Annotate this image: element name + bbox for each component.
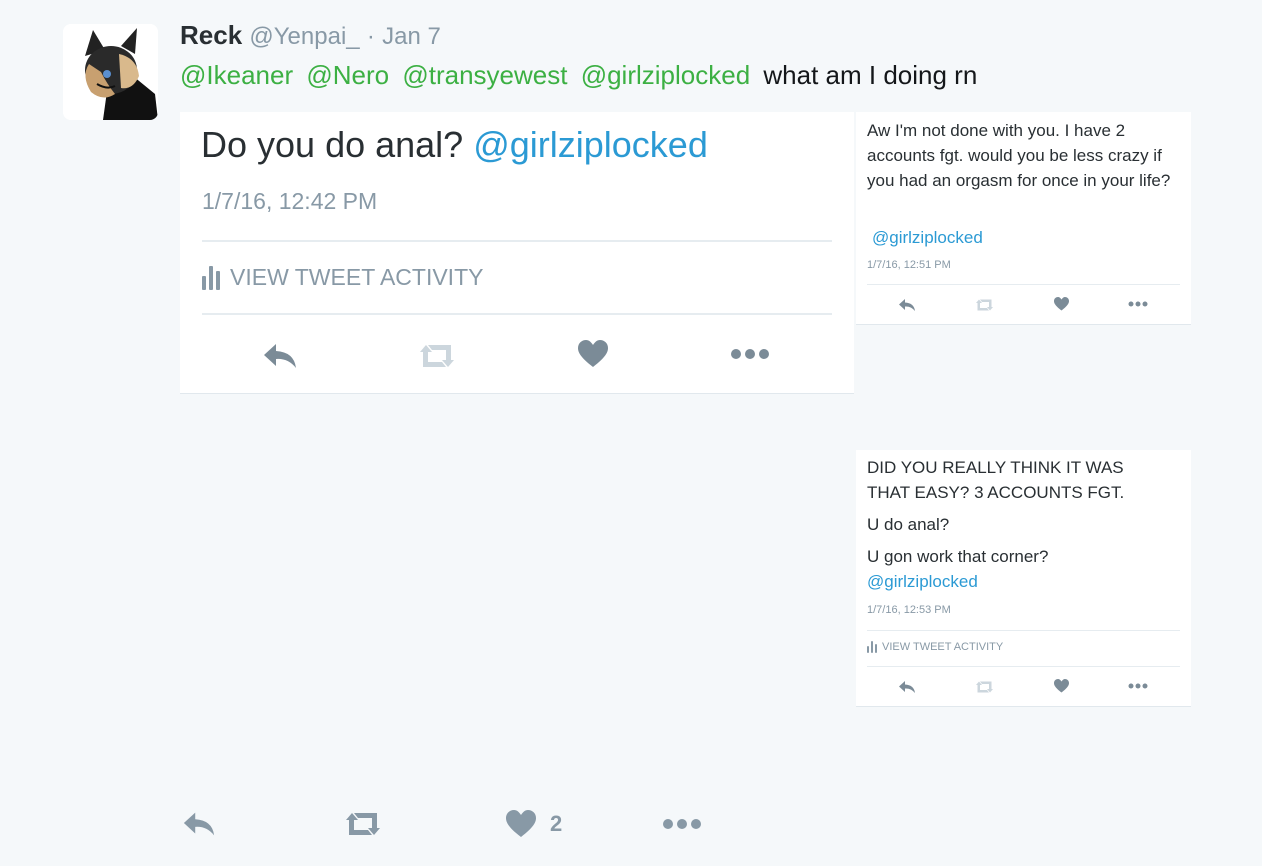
tweet-date[interactable]: Jan 7	[382, 23, 441, 50]
more-button[interactable]	[662, 818, 702, 830]
tweet-body: what am I doing rn	[763, 60, 978, 90]
reply-icon	[262, 342, 298, 370]
screenshot-tweet-text: Do you do anal? @girlziplocked	[201, 124, 708, 166]
retweet-icon	[346, 813, 380, 835]
tweet-header: Reck @Yenpai_ · Jan 7	[180, 20, 441, 51]
more-icon	[1128, 301, 1148, 307]
view-tweet-activity-label: VIEW TWEET ACTIVITY	[882, 641, 1004, 653]
screenshot-reply-text: U gon work that corner?	[867, 547, 1049, 566]
screenshot-action-bar	[856, 296, 1191, 316]
screenshot-reply-2: DID YOU REALLY THINK IT WAS THAT EASY? 3…	[856, 450, 1191, 707]
media-attachment[interactable]: Do you do anal? @girlziplocked 1/7/16, 1…	[180, 112, 1191, 782]
more-icon	[730, 348, 770, 360]
analytics-icon	[202, 265, 220, 290]
divider	[202, 313, 832, 315]
screenshot-action-bar	[856, 678, 1191, 698]
author-name[interactable]: Reck	[180, 20, 242, 50]
retweet-icon	[416, 342, 458, 370]
author-handle[interactable]: @Yenpai_	[249, 23, 359, 50]
view-tweet-activity: VIEW TWEET ACTIVITY	[867, 641, 1003, 653]
screenshot-timestamp: 1/7/16, 12:53 PM	[867, 604, 951, 616]
retweet-button[interactable]	[342, 810, 384, 838]
divider	[867, 284, 1180, 285]
retweet-icon	[974, 680, 995, 694]
screenshot-reply-text: DID YOU REALLY THINK IT WAS THAT EASY? 3…	[867, 458, 1125, 502]
tweet-text: @Ikeaner @Nero @transyewest @girlziplock…	[180, 60, 977, 91]
screenshot-body: Do you do anal?	[201, 124, 464, 165]
more-icon	[663, 819, 701, 829]
divider	[202, 240, 832, 242]
mention-link[interactable]: @transyewest	[402, 60, 567, 90]
screenshot-mention: @girlziplocked	[867, 572, 978, 591]
heart-icon	[1054, 679, 1069, 693]
screenshot-reply-text: Aw I'm not done with you. I have 2 accou…	[867, 121, 1171, 190]
screenshot-mention: @girlziplocked	[473, 124, 708, 165]
heart-icon	[506, 810, 536, 837]
reply-button[interactable]	[182, 810, 216, 838]
reply-icon	[898, 680, 916, 694]
view-tweet-activity-label: VIEW TWEET ACTIVITY	[230, 264, 484, 290]
screenshot-mention: @girlziplocked	[872, 228, 983, 247]
retweet-icon	[974, 298, 995, 312]
mention-link[interactable]: @Ikeaner	[180, 60, 293, 90]
avatar[interactable]	[63, 24, 158, 120]
reply-icon	[898, 298, 916, 312]
more-icon	[1128, 683, 1148, 689]
reply-icon	[183, 812, 215, 836]
heart-icon	[1054, 297, 1069, 311]
like-count: 2	[550, 811, 563, 836]
screenshot-main-tweet: Do you do anal? @girlziplocked 1/7/16, 1…	[180, 112, 854, 394]
analytics-icon	[867, 641, 877, 653]
heart-icon	[578, 340, 608, 368]
screenshot-reply-text: U do anal?	[867, 515, 950, 534]
screenshot-timestamp: 1/7/16, 12:51 PM	[867, 259, 951, 271]
tweet-action-bar: 2	[0, 806, 1262, 846]
like-button[interactable]: 2	[506, 810, 562, 838]
screenshot-timestamp: 1/7/16, 12:42 PM	[202, 188, 378, 214]
mention-link[interactable]: @Nero	[306, 60, 389, 90]
view-tweet-activity: VIEW TWEET ACTIVITY	[202, 264, 483, 291]
divider	[867, 666, 1180, 667]
divider	[867, 630, 1180, 631]
avatar-image	[63, 24, 158, 120]
header-separator: ·	[366, 23, 375, 50]
mention-link[interactable]: @girlziplocked	[581, 60, 750, 90]
screenshot-action-bar	[180, 336, 854, 376]
screenshot-reply-1: Aw I'm not done with you. I have 2 accou…	[856, 112, 1191, 325]
